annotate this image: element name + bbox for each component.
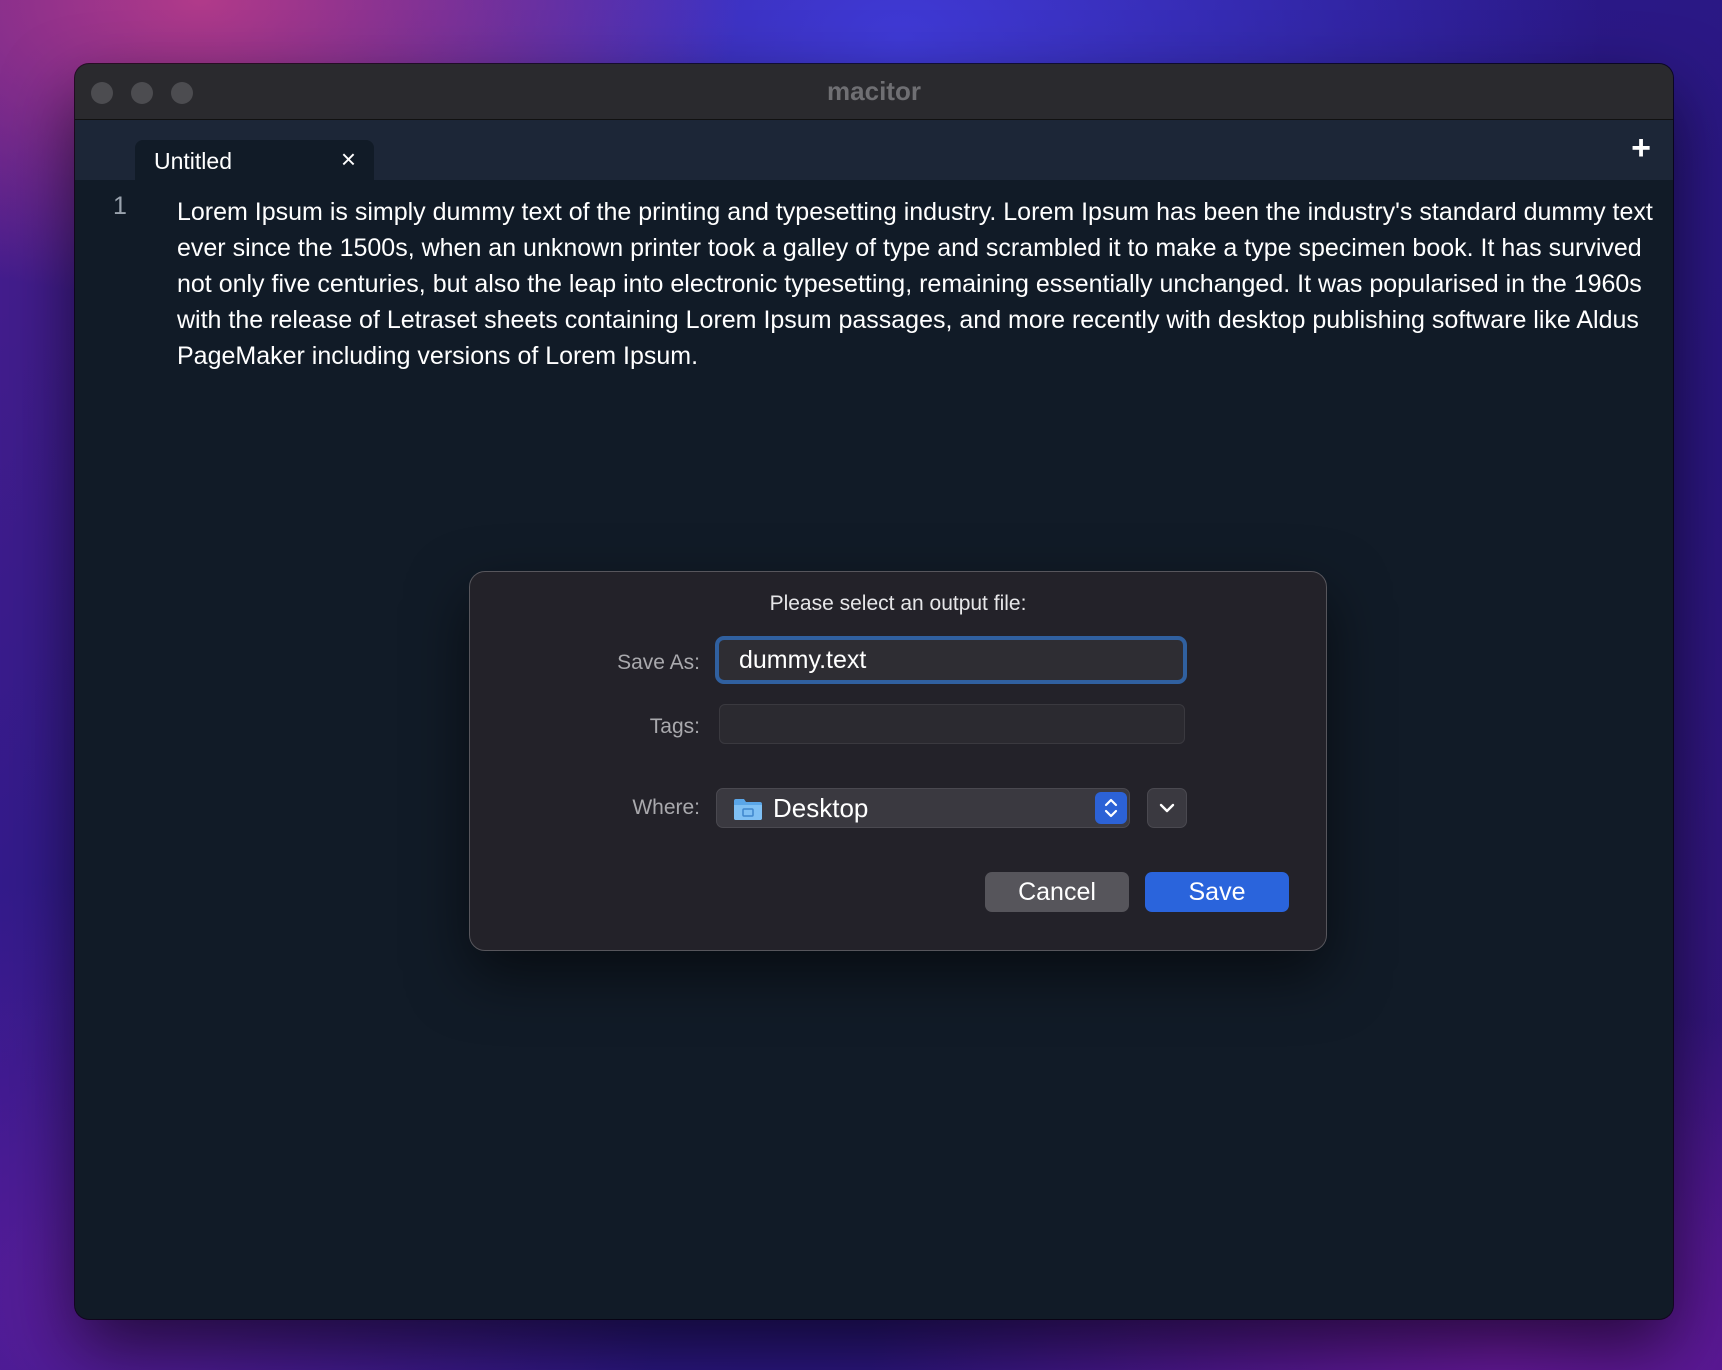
editor-line-text[interactable]: Lorem Ipsum is simply dummy text of the … (177, 194, 1667, 374)
tab-label: Untitled (154, 148, 232, 174)
where-value: Desktop (773, 793, 869, 823)
chevron-updown-icon[interactable] (1095, 792, 1127, 824)
close-icon[interactable]: × (341, 144, 356, 174)
save-as-input[interactable] (715, 636, 1187, 684)
chevron-down-icon[interactable] (1147, 788, 1187, 828)
plus-icon[interactable]: + (1631, 130, 1651, 166)
cancel-button[interactable]: Cancel (985, 872, 1129, 912)
where-select[interactable]: Desktop (716, 788, 1130, 828)
window-title: macitor (827, 76, 921, 106)
dialog-title: Please select an output file: (769, 592, 1027, 615)
save-button[interactable]: Save (1145, 872, 1289, 912)
tags-input[interactable] (719, 704, 1185, 744)
tab-bar: Untitled × + (75, 120, 1673, 180)
save-as-label: Save As: (617, 651, 700, 674)
title-bar[interactable]: macitor (75, 64, 1673, 120)
save-dialog: Please select an output file: Save As: T… (469, 571, 1327, 951)
line-number: 1 (113, 192, 127, 220)
tab-untitled[interactable]: Untitled × (135, 140, 374, 180)
tags-label: Tags: (649, 715, 700, 738)
where-label: Where: (632, 796, 700, 819)
folder-icon (733, 797, 763, 821)
